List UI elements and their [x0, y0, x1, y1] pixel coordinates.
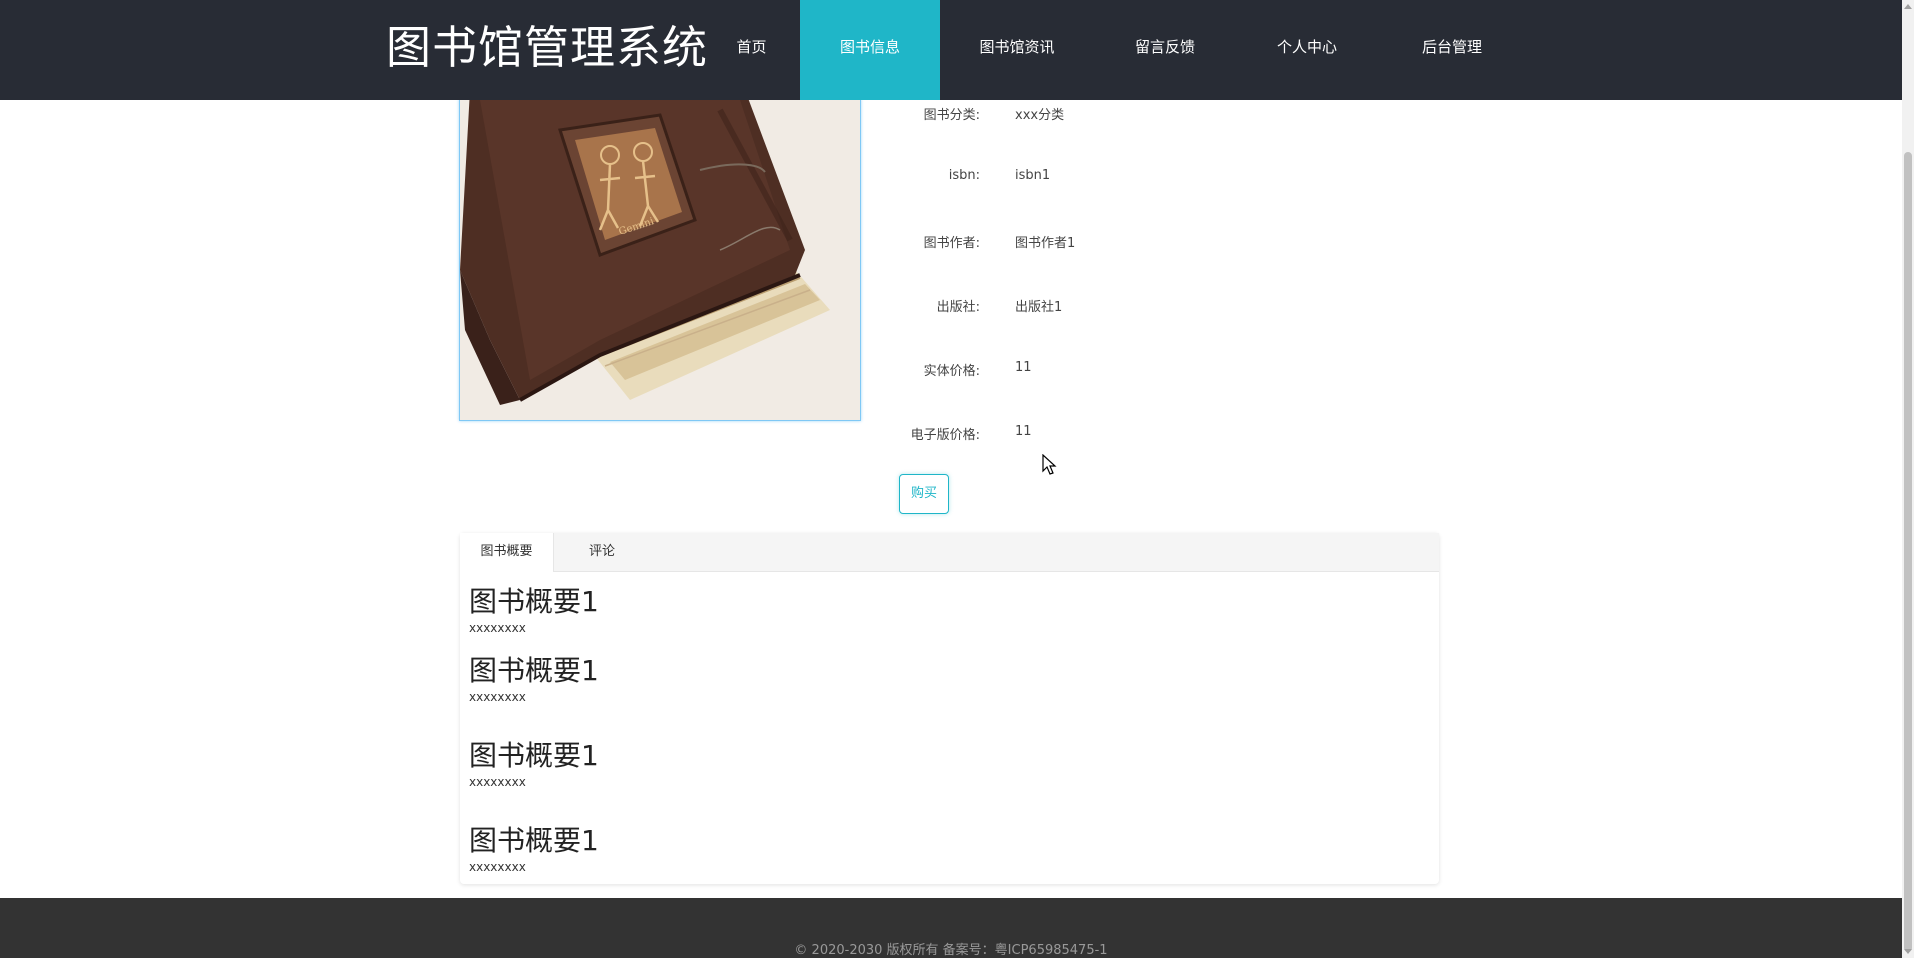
- page-footer: © 2020-2030 版权所有 备案号：粤ICP65985475-1: [0, 898, 1902, 958]
- tab-comments[interactable]: 评论: [556, 533, 648, 572]
- copyright-text: © 2020-2030 版权所有 备案号：粤ICP65985475-1: [794, 943, 1108, 958]
- tab-bar: 图书概要 评论: [460, 533, 1439, 572]
- summary-text: xxxxxxxx: [469, 860, 526, 874]
- print-price-label: 实体价格:: [923, 364, 980, 379]
- publisher-value: 出版社1: [1015, 300, 1063, 315]
- isbn-label: isbn:: [948, 168, 980, 183]
- summary-text: xxxxxxxx: [469, 775, 526, 789]
- summary-text: xxxxxxxx: [469, 621, 526, 635]
- top-navbar: 图书馆管理系统 首页 图书信息 图书馆资讯 留言反馈 个人中心 后台管理: [0, 0, 1902, 100]
- ebook-price-label: 电子版价格:: [910, 428, 980, 443]
- author-value: 图书作者1: [1015, 236, 1076, 251]
- print-price-value: 11: [1015, 360, 1032, 375]
- site-logo[interactable]: 图书馆管理系统: [386, 20, 708, 76]
- author-label: 图书作者:: [923, 236, 980, 251]
- scroll-down-arrow-icon[interactable]: [1904, 949, 1912, 954]
- summary-text: xxxxxxxx: [469, 690, 526, 704]
- nav-personal-center[interactable]: 个人中心: [1236, 0, 1378, 100]
- tab-summary[interactable]: 图书概要: [460, 533, 554, 572]
- mouse-cursor-icon: [1042, 454, 1057, 475]
- nav-admin[interactable]: 后台管理: [1381, 0, 1523, 100]
- nav-library-news[interactable]: 图书馆资讯: [946, 0, 1088, 100]
- book-cover-image: Gemini: [459, 99, 861, 421]
- nav-feedback[interactable]: 留言反馈: [1094, 0, 1236, 100]
- summary-title: 图书概要1: [469, 824, 599, 857]
- category-label: 图书分类:: [923, 108, 980, 123]
- ebook-price-value: 11: [1015, 424, 1032, 439]
- buy-button[interactable]: 购买: [899, 474, 949, 514]
- summary-title: 图书概要1: [469, 739, 599, 772]
- isbn-value: isbn1: [1015, 168, 1051, 183]
- vertical-scrollbar[interactable]: [1902, 0, 1914, 958]
- summary-title: 图书概要1: [469, 585, 599, 618]
- nav-home[interactable]: 首页: [700, 0, 803, 100]
- summary-title: 图书概要1: [469, 654, 599, 687]
- scroll-up-arrow-icon[interactable]: [1904, 4, 1912, 9]
- scrollbar-thumb[interactable]: [1904, 152, 1912, 952]
- book-detail-tabs: 图书概要 评论 图书概要1 xxxxxxxx 图书概要1 xxxxxxxx 图书…: [460, 533, 1439, 884]
- nav-book-info[interactable]: 图书信息: [800, 0, 940, 100]
- category-value: xxx分类: [1015, 108, 1065, 123]
- publisher-label: 出版社:: [936, 300, 980, 315]
